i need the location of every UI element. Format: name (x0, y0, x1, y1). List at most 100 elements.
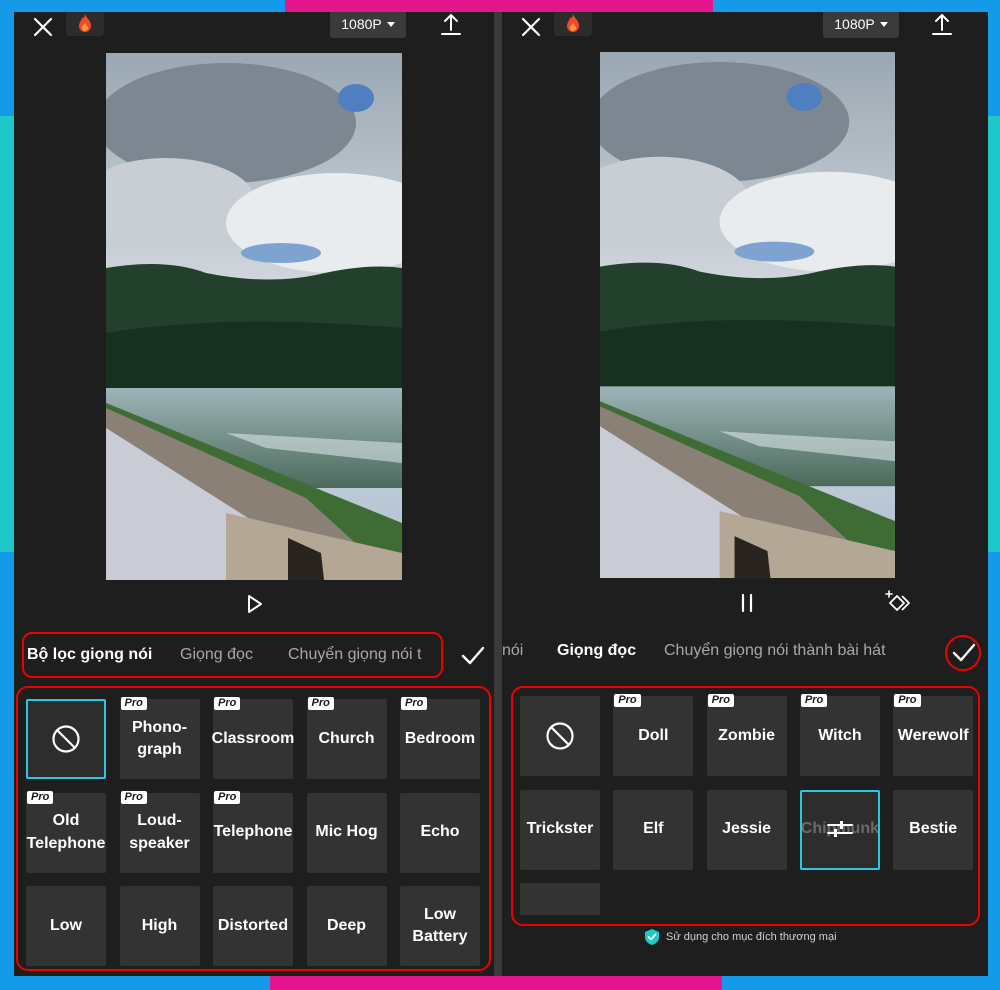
tab-voice-to-song[interactable]: Chuyển giọng nói t (288, 646, 421, 664)
effect-tile-label: Elf (643, 820, 664, 838)
video-frame (600, 52, 895, 578)
pro-badge: Pro (707, 694, 734, 707)
video-preview[interactable] (106, 53, 402, 580)
pause-icon (741, 593, 753, 613)
video-preview[interactable] (600, 52, 895, 578)
tab-voice-to-song[interactable]: Chuyển giọng nói thành bài hát (664, 642, 886, 660)
effect-tile-bedroom[interactable]: Pro Bedroom (400, 697, 480, 779)
play-button[interactable] (242, 592, 266, 616)
adjust-icon (826, 820, 853, 837)
flame-icon (79, 14, 91, 32)
tab-voice-filter[interactable]: nói (502, 642, 523, 660)
effect-tile-jessie[interactable]: Jessie (706, 789, 787, 870)
decor-pink-bar-top (285, 0, 713, 12)
effect-tile-telephone[interactable]: Pro Telephone (213, 790, 293, 873)
category-tabs: nói Giọng đọc Chuyển giọng nói thành bài… (502, 626, 988, 676)
effect-tile-label: Old Telephone (26, 812, 106, 852)
tab-voice-reading[interactable]: Giọng đọc (180, 646, 253, 664)
close-button[interactable] (30, 14, 56, 40)
effect-tile-high[interactable]: High (119, 886, 200, 966)
effect-tile-elf[interactable]: Elf (613, 789, 694, 870)
category-tabs: Bộ lọc giọng nói Giọng đọc Chuyển giọng … (14, 630, 494, 680)
pro-badge: Pro (27, 790, 54, 804)
effect-tile-label: Witch (818, 726, 862, 744)
decor-teal-bar-left (0, 116, 14, 552)
effect-tile-echo[interactable]: Echo (400, 792, 480, 873)
effect-tile-none[interactable] (26, 699, 106, 779)
pro-badge: Pro (214, 697, 241, 710)
caret-down-icon (879, 21, 888, 27)
effect-tile-label: Distorted (217, 916, 289, 934)
resolution-dropdown[interactable]: 1080P (823, 12, 899, 38)
pause-button[interactable] (734, 590, 760, 616)
effect-tile-label: Classroom (211, 729, 295, 747)
effect-tile-phono-graph[interactable]: Pro Phono-graph (119, 697, 200, 779)
effect-tile-label: Church (318, 729, 375, 747)
effect-tile-low-battery[interactable]: Low Battery (400, 886, 480, 966)
effect-tile-label: High (141, 916, 178, 934)
tab-voice-filter[interactable]: Bộ lọc giọng nói (27, 646, 152, 664)
effect-tile-none[interactable] (520, 696, 600, 776)
confirm-button[interactable] (948, 636, 980, 668)
resolution-dropdown[interactable]: 1080P (330, 12, 406, 38)
none-icon (546, 722, 574, 750)
export-button[interactable] (438, 12, 464, 38)
pro-badge: Pro (307, 697, 334, 710)
effect-tile-label: Low (50, 916, 82, 934)
effect-tile-label: Mic Hog (315, 823, 378, 841)
commercial-use-text: Sử dụng cho mục đích thương mại (666, 931, 837, 943)
resolution-label: 1080P (834, 16, 875, 32)
confirm-button[interactable] (457, 639, 489, 671)
effect-tile-werewolf[interactable]: Pro Werewolf (893, 694, 974, 776)
effect-tile-label: Deep (326, 916, 367, 934)
effect-tile-low[interactable]: Low (26, 886, 106, 966)
effect-tile-label: Doll (638, 726, 669, 744)
effect-tile-deep[interactable]: Deep (306, 886, 387, 966)
pro-badge: Pro (894, 694, 921, 707)
effect-tile-label: Bedroom (404, 729, 476, 747)
trending-button[interactable] (66, 12, 104, 36)
effect-tile-distorted[interactable]: Distorted (213, 886, 293, 966)
effect-tile-loud-speaker[interactable]: Pro Loud-speaker (119, 790, 200, 873)
check-icon (461, 646, 485, 665)
keyframe-icon (885, 590, 910, 611)
shield-check-icon (645, 929, 659, 945)
effect-tile-church[interactable]: Pro Church (306, 697, 387, 779)
effect-tile-chipmunk[interactable]: Chipmunk (799, 789, 880, 870)
upload-icon (932, 14, 952, 35)
pro-badge: Pro (401, 697, 428, 710)
effect-tile-mic-hog[interactable]: Mic Hog (306, 792, 387, 873)
effect-tile-trickster[interactable]: Trickster (520, 789, 600, 870)
effect-tile-label: Phono-graph (131, 718, 188, 758)
check-icon (952, 643, 976, 662)
effect-tile-old-telephone[interactable]: Pro Old Telephone (26, 790, 106, 873)
left-screen: 1080P Bộ lọc giọng nói Giọng đọc Chuyển … (14, 12, 494, 976)
flame-icon (567, 14, 579, 32)
export-button[interactable] (929, 12, 955, 38)
resolution-label: 1080P (341, 16, 382, 32)
pro-badge: Pro (800, 694, 828, 707)
pro-badge: Pro (614, 694, 641, 707)
caret-down-icon (386, 21, 395, 27)
effect-tile-label: Telephone (213, 823, 293, 841)
effect-tile-witch[interactable]: Pro Witch (799, 694, 880, 776)
trending-button[interactable] (554, 12, 592, 36)
effect-tile-label: Trickster (526, 820, 594, 838)
close-icon (33, 17, 53, 37)
panel-divider (494, 12, 502, 976)
tab-voice-reading[interactable]: Giọng đọc (557, 642, 636, 660)
effect-tile-zombie[interactable]: Pro Zombie (706, 694, 787, 776)
top-bar: 1080P (502, 12, 988, 52)
right-screen: 1080P nói Giọng đọc Chuyển giọng nói thà… (502, 12, 988, 976)
effect-tile-label: Loud-speaker (129, 812, 190, 852)
effect-tile-bestie[interactable]: Bestie (893, 789, 974, 870)
top-bar: 1080P (14, 12, 494, 52)
pro-badge: Pro (120, 697, 147, 710)
close-button[interactable] (518, 14, 544, 40)
effect-tile-doll[interactable]: Pro Doll (613, 694, 694, 776)
commercial-use-note: Sử dụng cho mục đích thương mại (644, 928, 837, 946)
effect-tile-blank[interactable] (520, 883, 600, 915)
keyframe-button[interactable] (884, 589, 912, 617)
effect-tile-classroom[interactable]: Pro Classroom (212, 697, 294, 779)
none-icon (52, 725, 80, 753)
